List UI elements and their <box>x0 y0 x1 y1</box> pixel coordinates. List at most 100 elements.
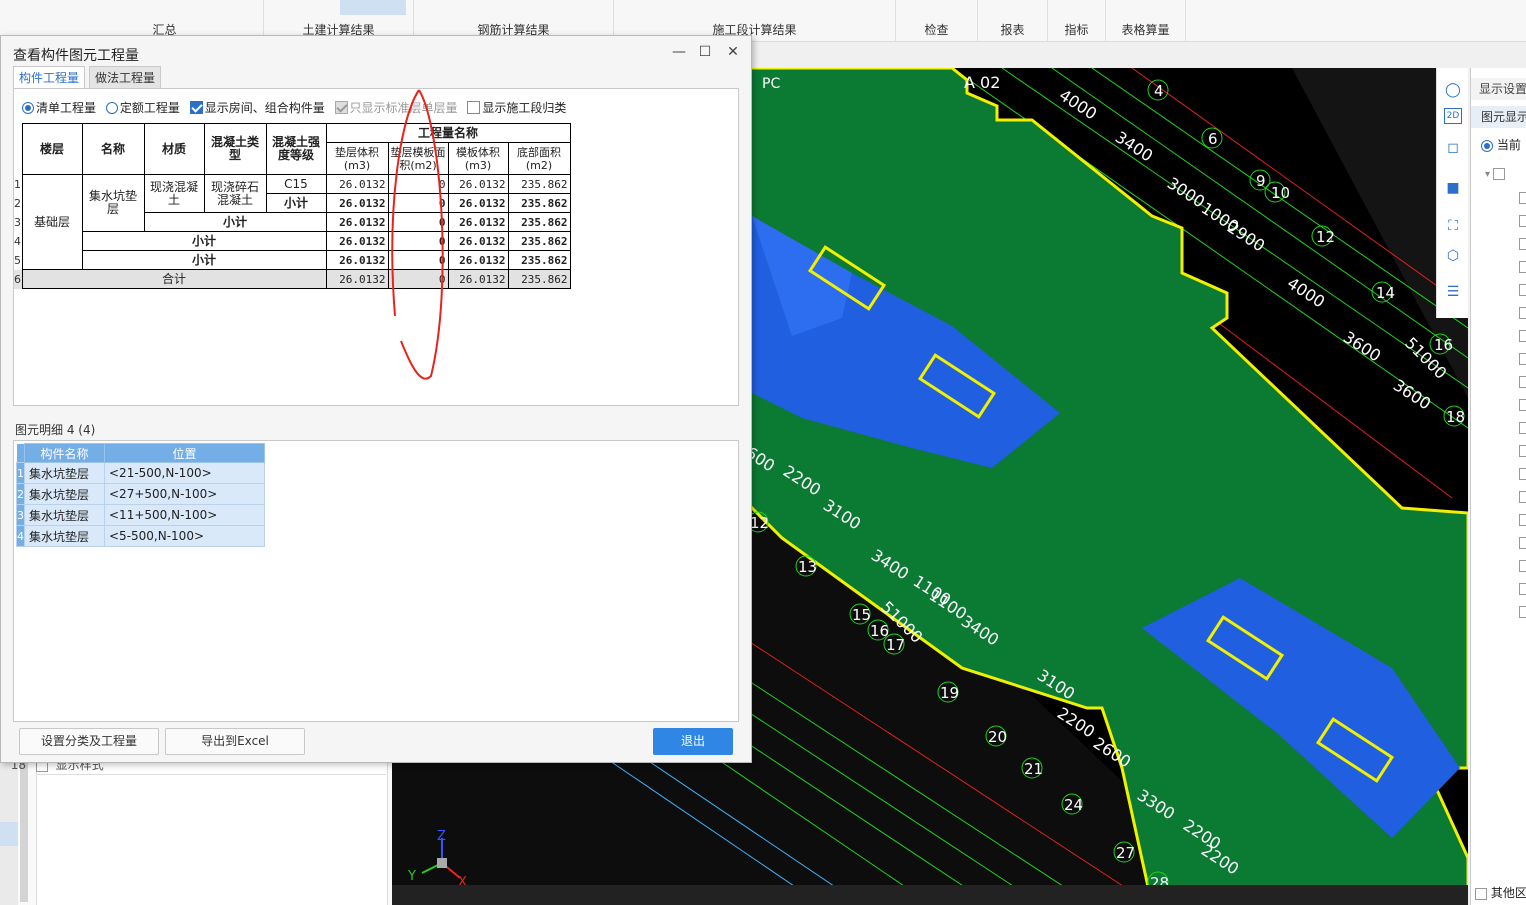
svg-text:9: 9 <box>1256 172 1266 190</box>
layer-checkbox[interactable] <box>1519 399 1526 411</box>
table-row[interactable]: 5 小计 26.0132 0 26.0132 235.862 <box>14 250 571 270</box>
col-name: 名称 <box>81 123 145 175</box>
checkbox-icon[interactable] <box>189 101 203 114</box>
red-annotation <box>391 89 444 380</box>
display-settings-panel: 显示设置 图元显示 当前 ▾ 其他区 <box>1470 68 1526 905</box>
layer-checkbox[interactable] <box>1519 583 1526 595</box>
detail-panel: 构件名称 位置 1 集水坑垫层 <21-500,N-100> 2 集水坑垫层 <… <box>13 440 739 722</box>
col-concrete-type: 混凝土类型 <box>203 123 267 175</box>
other-area-checkbox[interactable]: 其他区 <box>1475 884 1526 901</box>
list-item[interactable]: 2 集水坑垫层 <27+500,N-100> <box>16 483 265 505</box>
cube-icon[interactable]: ◻ <box>1441 136 1465 160</box>
svg-text:4: 4 <box>1154 82 1164 100</box>
list-item[interactable]: 1 集水坑垫层 <21-500,N-100> <box>16 462 265 484</box>
ribbon-group-index[interactable]: 指标 <box>1048 0 1106 42</box>
checkbox[interactable] <box>1475 887 1487 900</box>
close-button[interactable]: ✕ <box>723 42 743 62</box>
layer-checkbox[interactable] <box>1519 537 1526 549</box>
dialog-title: 查看构件图元工程量 <box>13 48 139 64</box>
layer-checkbox[interactable] <box>1519 606 1526 618</box>
list-item[interactable]: 3 集水坑垫层 <11+500,N-100> <box>16 504 265 526</box>
table-row-total[interactable]: 6 合计 26.0132 0 26.0132 235.862 <box>14 269 571 289</box>
svg-text:24: 24 <box>1064 796 1083 814</box>
layer-checkbox[interactable] <box>1519 238 1526 250</box>
layer-checkbox[interactable] <box>1519 261 1526 273</box>
orbit-icon[interactable]: ◯ <box>1441 78 1465 102</box>
radio-icon[interactable] <box>1481 139 1493 152</box>
col-material: 材质 <box>143 123 205 175</box>
tab-method-qty[interactable]: 做法工程量 <box>89 66 161 88</box>
svg-text:4000: 4000 <box>1284 273 1328 311</box>
layer-checkbox[interactable] <box>1519 560 1526 572</box>
svg-text:PC: PC <box>762 76 780 92</box>
layer-checkbox[interactable] <box>1519 353 1526 365</box>
current-radio[interactable]: 当前 <box>1481 136 1521 153</box>
layer-checkbox[interactable] <box>1519 445 1526 457</box>
exit-button[interactable]: 退出 <box>653 728 733 755</box>
ribbon-group-report[interactable]: 报表 <box>978 0 1048 42</box>
layer-checkbox[interactable] <box>1519 307 1526 319</box>
layer-checkbox[interactable] <box>1519 514 1526 526</box>
svg-text:6: 6 <box>1208 130 1218 148</box>
maximize-button[interactable]: ☐ <box>695 42 715 62</box>
col-position: 位置 <box>104 443 265 463</box>
checkbox-icon <box>334 101 348 114</box>
svg-text:3600: 3600 <box>1390 375 1434 413</box>
svg-text:2900: 2900 <box>1224 217 1268 255</box>
layer-checkboxes <box>1519 192 1526 629</box>
radio-icon[interactable] <box>22 101 34 114</box>
show-stage-checkbox[interactable]: 显示施工段归类 <box>467 99 566 116</box>
svg-text:10: 10 <box>1271 184 1290 202</box>
tab-component-qty[interactable]: 构件工程量 <box>13 66 85 89</box>
viewport-status-strip <box>392 885 1468 905</box>
table-row[interactable]: 1 基础层 集水坑垫层 现浇混凝土 现浇碎石混凝土 C15 26.0132 0 … <box>14 174 571 270</box>
svg-text:21: 21 <box>1024 760 1043 778</box>
svg-text:13: 13 <box>798 558 817 576</box>
view-2d-icon[interactable]: 2D <box>1444 108 1462 124</box>
fit-view-icon[interactable]: ⛶ <box>1441 214 1465 238</box>
strength-cell: C15 <box>265 174 327 194</box>
layer-checkbox[interactable] <box>1519 468 1526 480</box>
svg-text:3000: 3000 <box>1164 173 1208 211</box>
panel-scrollbar[interactable] <box>20 762 28 902</box>
view-3d-icon[interactable]: ⬡ <box>1441 244 1465 268</box>
show-rooms-checkbox[interactable]: 显示房间、组合构件量 <box>189 99 325 116</box>
svg-text:A 02: A 02 <box>964 73 1000 92</box>
table-row[interactable]: 4 小计 26.0132 0 26.0132 235.862 <box>14 231 571 251</box>
list-qty-radio[interactable]: 清单工程量 <box>22 99 96 116</box>
list-item[interactable]: 4 集水坑垫层 <5-500,N-100> <box>16 525 265 547</box>
layer-checkbox[interactable] <box>1519 422 1526 434</box>
layer-checkbox[interactable] <box>1519 330 1526 342</box>
floor-cell: 基础层 <box>21 174 83 270</box>
tree-checkbox[interactable] <box>1493 168 1506 180</box>
col-strength: 混凝土强度等级 <box>265 123 327 175</box>
collapse-icon[interactable]: ▾ <box>1485 168 1506 180</box>
quantity-table-wrap: 楼层 名称 材质 混凝土类型 混凝土强度等级 工程量名称 垫层体积(m3) 垫层… <box>14 123 571 289</box>
layer-checkbox[interactable] <box>1519 192 1526 204</box>
cube-solid-icon[interactable]: ■ <box>1441 176 1465 200</box>
svg-text:12: 12 <box>1316 228 1335 246</box>
layer-checkbox[interactable] <box>1519 491 1526 503</box>
checkbox-icon[interactable] <box>467 101 481 114</box>
svg-text:Y: Y <box>407 869 416 884</box>
export-excel-button[interactable]: 导出到Excel <box>165 728 305 755</box>
layer-checkbox[interactable] <box>1519 376 1526 388</box>
settings-button[interactable]: 设置分类及工程量 <box>19 728 159 755</box>
layer-checkbox[interactable] <box>1519 284 1526 296</box>
layer-checkbox[interactable] <box>1519 215 1526 227</box>
ribbon-group-check[interactable]: 检查 <box>896 0 978 42</box>
element-display-tab[interactable]: 图元显示 <box>1471 106 1526 128</box>
svg-text:18: 18 <box>1446 408 1465 426</box>
col-floor: 楼层 <box>21 123 83 175</box>
display-settings-header[interactable]: 显示设置 <box>1471 78 1526 100</box>
minimize-button[interactable]: — <box>669 42 689 62</box>
detail-table: 构件名称 位置 1 集水坑垫层 <21-500,N-100> 2 集水坑垫层 <… <box>16 443 265 547</box>
radio-icon[interactable] <box>105 101 118 114</box>
ribbon-group-table-calc[interactable]: 表格算量 <box>1106 0 1186 42</box>
properties-icon[interactable]: ☰ <box>1441 280 1465 304</box>
quantity-options: 清单工程量 定额工程量 显示房间、组合构件量 只显示标准层单层量 显示施工段归类 <box>22 99 572 116</box>
view-element-quantity-dialog: 查看构件图元工程量 — ☐ ✕ 构件工程量 做法工程量 清单工程量 定额工程量 … <box>0 35 752 763</box>
svg-text:16: 16 <box>1434 336 1453 354</box>
quota-qty-radio[interactable]: 定额工程量 <box>105 99 180 116</box>
svg-text:27: 27 <box>1116 844 1135 862</box>
